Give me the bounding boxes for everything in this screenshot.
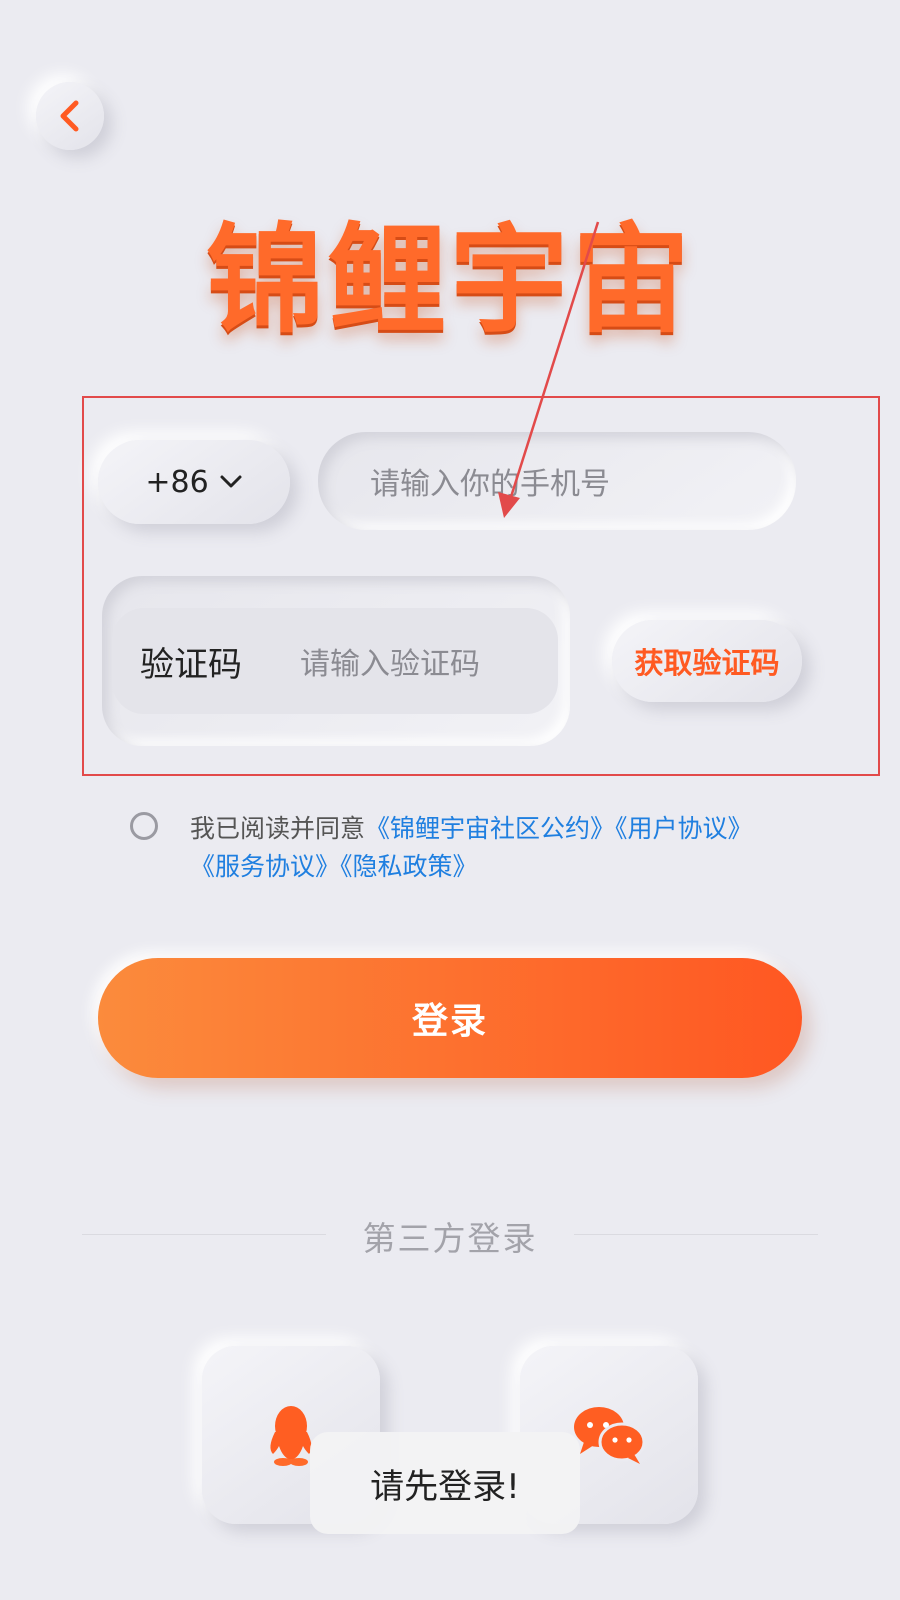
link-privacy-policy[interactable]: 《隐私政策》 bbox=[340, 852, 478, 881]
link-community-rules[interactable]: 《锦鲤宇宙社区公约》 bbox=[365, 814, 615, 843]
wechat-icon bbox=[574, 1407, 646, 1464]
link-service-agreement[interactable]: 《服务协议》 bbox=[190, 852, 340, 881]
chevron-left-icon bbox=[60, 100, 79, 132]
toast-message: 请先登录! bbox=[310, 1432, 580, 1534]
login-button[interactable]: 登录 bbox=[98, 958, 802, 1078]
agreement-prefix: 我已阅读并同意 bbox=[190, 814, 366, 843]
third-party-title: 第三方登录 bbox=[362, 1219, 538, 1258]
annotation-box bbox=[82, 396, 880, 776]
link-user-agreement[interactable]: 《用户协议》 bbox=[615, 814, 753, 843]
app-logo: 锦鲤宇宙 bbox=[205, 211, 694, 349]
back-button[interactable] bbox=[36, 82, 104, 150]
agreement-text: 我已阅读并同意《锦鲤宇宙社区公约》《用户协议》《服务协议》《隐私政策》 bbox=[190, 810, 790, 886]
agree-radio[interactable] bbox=[130, 812, 158, 840]
